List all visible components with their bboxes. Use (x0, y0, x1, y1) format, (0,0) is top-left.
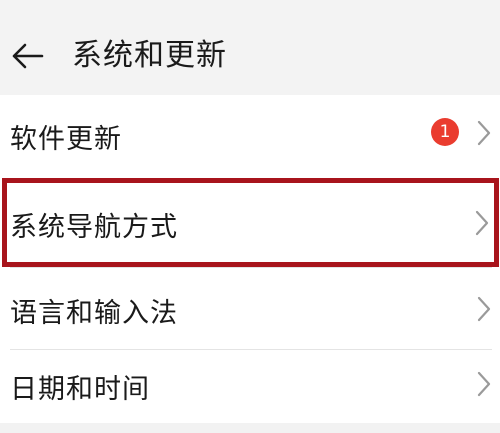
list-item-language-input[interactable]: 语言和输入法 (0, 269, 500, 349)
list-item-label: 日期和时间 (10, 374, 150, 405)
list-item-software-update[interactable]: 软件更新 1 (0, 95, 500, 179)
list-item-label: 软件更新 (10, 124, 122, 155)
list-item-label: 系统导航方式 (10, 212, 178, 243)
chevron-right-icon (477, 296, 491, 322)
page-title: 系统和更新 (72, 38, 227, 73)
arrow-left-icon (12, 43, 44, 69)
divider (10, 267, 492, 268)
chevron-right-icon (477, 371, 491, 397)
chevron-right-icon (475, 210, 489, 236)
list-item-system-navigation[interactable]: 系统导航方式 (0, 181, 500, 267)
chevron-right-icon (477, 120, 491, 146)
list-item-label: 语言和输入法 (10, 298, 178, 329)
page-header: 系统和更新 (0, 0, 500, 110)
divider (10, 349, 492, 350)
settings-list: 软件更新 1 系统导航方式 语言和输入法 日期和时间 (0, 95, 500, 423)
divider (10, 179, 492, 180)
update-count-badge: 1 (431, 118, 459, 146)
back-button[interactable] (6, 30, 50, 82)
list-item-date-time[interactable]: 日期和时间 (0, 351, 500, 423)
